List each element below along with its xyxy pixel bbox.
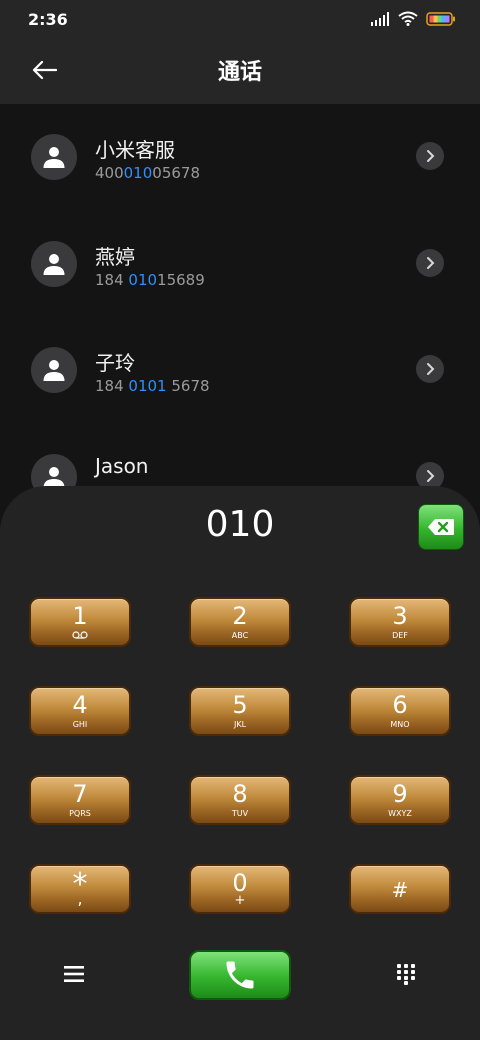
person-icon xyxy=(43,360,65,381)
person-icon xyxy=(43,147,65,168)
page-title: 通话 xyxy=(217,60,262,85)
avatar xyxy=(31,241,77,287)
contact-item[interactable]: 燕婷 184 01015689 xyxy=(0,211,480,301)
contact-list: 小米客服 40001005678 燕婷 184 01015689 子玲 184 … xyxy=(0,104,480,504)
contact-number: 40001005678 xyxy=(95,164,200,182)
contact-number: 184 0101 5678 xyxy=(95,377,210,395)
contact-name: 小米客服 xyxy=(95,138,175,162)
key-5[interactable]: 5 JKL xyxy=(189,686,291,736)
key-4[interactable]: 4 GHI xyxy=(29,686,131,736)
chevron-right-icon xyxy=(427,363,435,375)
key-hash[interactable]: # xyxy=(349,864,451,914)
key-7[interactable]: 7 PQRS xyxy=(29,775,131,825)
voicemail-icon xyxy=(31,631,129,639)
contact-item[interactable]: 子玲 184 0101 5678 xyxy=(0,317,480,407)
contact-name: Jason xyxy=(95,454,149,478)
chevron-right-icon xyxy=(427,470,435,482)
chevron-right-icon xyxy=(427,150,435,162)
contact-number: 184 01015689 xyxy=(95,271,205,289)
battery-icon xyxy=(426,11,456,30)
menu-button[interactable] xyxy=(56,956,92,992)
app-header: 通话 xyxy=(0,40,480,104)
person-icon xyxy=(43,254,65,275)
signal-icon xyxy=(370,11,390,30)
status-bar: 2:36 xyxy=(0,0,480,40)
avatar xyxy=(31,347,77,393)
call-button[interactable] xyxy=(189,950,291,1000)
key-6[interactable]: 6 MNO xyxy=(349,686,451,736)
phone-icon xyxy=(226,961,254,989)
key-1[interactable]: 1 xyxy=(29,597,131,647)
key-8[interactable]: 8 TUV xyxy=(189,775,291,825)
keypad-toggle-button[interactable] xyxy=(388,956,424,992)
dialpad-panel: 010 1 2 ABC 3 DEF 4 GHI 5 JKL 6 MNO 7 PQ… xyxy=(0,486,480,1040)
contact-detail-button[interactable] xyxy=(416,142,444,170)
dialed-number: 010 xyxy=(205,504,275,545)
dialpad-icon xyxy=(397,964,415,985)
chevron-right-icon xyxy=(427,257,435,269)
wifi-icon xyxy=(398,11,418,30)
backspace-button[interactable] xyxy=(418,504,464,550)
key-0[interactable]: 0 + xyxy=(189,864,291,914)
backspace-icon xyxy=(428,519,454,535)
key-3[interactable]: 3 DEF xyxy=(349,597,451,647)
contact-item[interactable]: 小米客服 40001005678 xyxy=(0,104,480,194)
status-time: 2:36 xyxy=(28,10,68,29)
key-9[interactable]: 9 WXYZ xyxy=(349,775,451,825)
status-icons xyxy=(370,10,456,30)
contact-detail-button[interactable] xyxy=(416,249,444,277)
contact-name: 燕婷 xyxy=(95,245,135,269)
avatar xyxy=(31,134,77,180)
menu-icon xyxy=(64,966,84,982)
key-star[interactable]: * , xyxy=(29,864,131,914)
contact-detail-button[interactable] xyxy=(416,355,444,383)
key-2[interactable]: 2 ABC xyxy=(189,597,291,647)
contact-name: 子玲 xyxy=(95,351,135,375)
